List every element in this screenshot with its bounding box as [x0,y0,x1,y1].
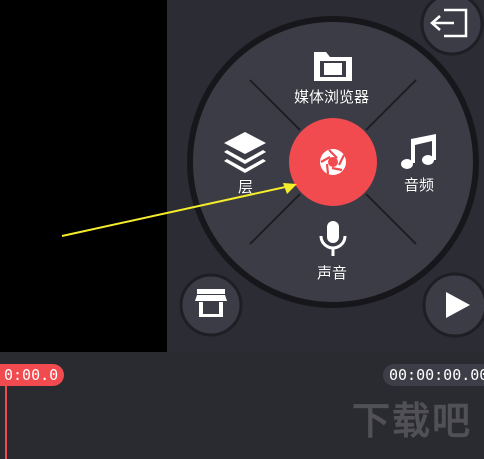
playhead[interactable] [5,386,7,459]
wheel-label-layers[interactable]: 层 [238,176,253,197]
wheel-label-voice[interactable]: 声音 [317,262,347,283]
wheel-label-media-browser[interactable]: 媒体浏览器 [294,86,369,107]
store-button[interactable] [179,273,243,337]
wheel-label-audio[interactable]: 音频 [404,174,434,195]
current-time-badge: 0:00.0 [0,364,65,386]
camera-aperture-icon [320,149,346,175]
watermark: 下载吧 [351,399,472,443]
exit-button[interactable] [420,0,484,56]
timeline[interactable]: 0:00.0 00:00:00.00 下载吧 [0,352,484,459]
total-time-badge: 00:00:00.00 [383,364,484,386]
